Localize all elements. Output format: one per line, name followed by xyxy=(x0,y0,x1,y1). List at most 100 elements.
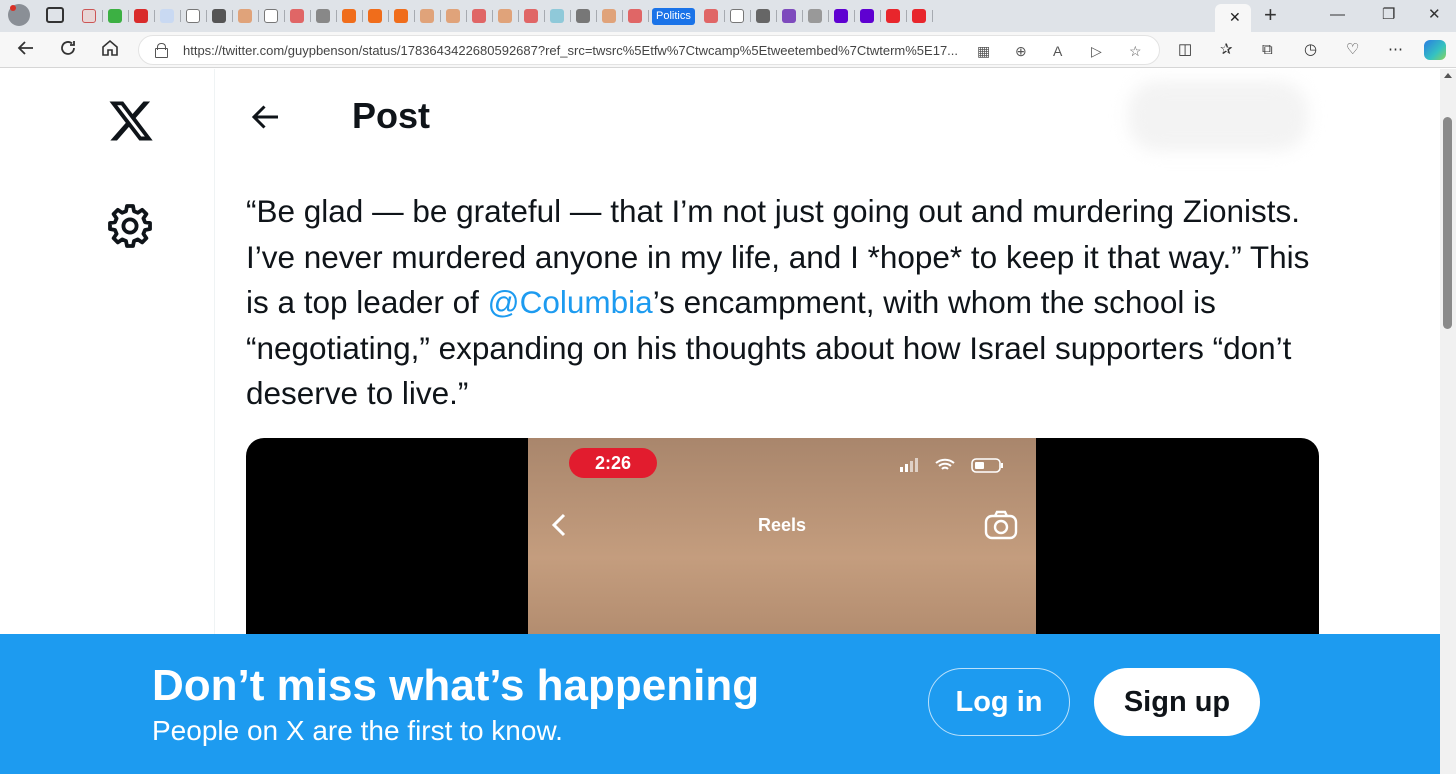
tab-favicon-icon xyxy=(212,9,226,23)
address-bar[interactable]: https://twitter.com/guypbenson/status/17… xyxy=(138,35,1160,65)
tab[interactable] xyxy=(156,5,182,27)
tab[interactable] xyxy=(546,5,572,27)
tab-favicon-icon xyxy=(134,9,148,23)
login-button[interactable]: Log in xyxy=(928,668,1070,736)
tab-favicon-icon xyxy=(420,9,434,23)
tab[interactable] xyxy=(856,5,882,27)
banner-title: Don’t miss what’s happening xyxy=(152,661,760,710)
tab-favicon-icon xyxy=(602,9,616,23)
collections-icon[interactable]: ⧉ xyxy=(1262,40,1273,60)
lock-icon[interactable] xyxy=(155,43,168,58)
tab-favicon-icon xyxy=(808,9,822,23)
tab[interactable] xyxy=(104,5,130,27)
tab[interactable] xyxy=(520,5,546,27)
tab[interactable] xyxy=(182,5,208,27)
tab-favicon-icon xyxy=(316,9,330,23)
tab-favicon-icon xyxy=(912,9,926,23)
browser-tab-strip: Politics ✕ + — ❐ ✕ xyxy=(0,0,1456,32)
immersive-reader-icon[interactable]: ▷ xyxy=(1091,42,1102,60)
tab-favicon-icon xyxy=(446,9,460,23)
tab[interactable] xyxy=(364,5,390,27)
mention-link[interactable]: @Columbia xyxy=(488,284,653,320)
close-window-button[interactable]: ✕ xyxy=(1428,6,1441,24)
tab-favicon-icon xyxy=(628,9,642,23)
split-screen-icon[interactable]: ◫ xyxy=(1178,40,1192,60)
page-title: Post xyxy=(352,95,431,136)
back-button[interactable] xyxy=(14,38,38,62)
tab-favicon-icon xyxy=(238,9,252,23)
tab[interactable] xyxy=(338,5,364,27)
tab-politics[interactable]: Politics xyxy=(650,5,700,27)
tab[interactable] xyxy=(804,5,830,27)
zoom-icon[interactable]: ⊕ xyxy=(1015,42,1027,60)
new-tab-button[interactable]: + xyxy=(1264,3,1277,27)
tab-favicon-icon xyxy=(82,9,96,23)
post-header: Post xyxy=(216,69,1340,164)
tab[interactable] xyxy=(234,5,260,27)
tab-favicon-icon xyxy=(834,9,848,23)
tab[interactable] xyxy=(260,5,286,27)
tab-list: Politics xyxy=(78,5,934,27)
more-options-icon[interactable]: ⋯ xyxy=(1388,40,1403,60)
reels-title: Reels xyxy=(757,515,807,535)
tab[interactable] xyxy=(752,5,778,27)
history-icon[interactable]: ◷ xyxy=(1304,40,1317,60)
copilot-icon[interactable] xyxy=(1424,40,1446,60)
scroll-up-arrow-icon[interactable] xyxy=(1444,73,1452,78)
tab[interactable] xyxy=(468,5,494,27)
blurred-header-area xyxy=(1128,81,1308,151)
tab-favicon-icon xyxy=(368,9,382,23)
tab-favicon-icon xyxy=(782,9,796,23)
settings-gear-icon[interactable] xyxy=(106,202,154,250)
recording-time-badge: 2:26 xyxy=(569,448,657,478)
back-arrow-icon[interactable] xyxy=(248,99,284,135)
home-button[interactable] xyxy=(98,38,122,62)
tab-politics-label: Politics xyxy=(652,8,695,25)
tab[interactable] xyxy=(442,5,468,27)
tab[interactable] xyxy=(208,5,234,27)
page-scrollbar[interactable] xyxy=(1440,69,1456,774)
x-logo-icon[interactable] xyxy=(104,97,158,145)
tab[interactable] xyxy=(416,5,442,27)
reels-back-chevron-icon xyxy=(551,513,566,537)
tab[interactable] xyxy=(830,5,856,27)
signup-button[interactable]: Sign up xyxy=(1094,668,1260,736)
tab[interactable] xyxy=(700,5,726,27)
tab-favicon-icon xyxy=(576,9,590,23)
tab[interactable] xyxy=(312,5,338,27)
active-tab[interactable]: ✕ xyxy=(1215,4,1251,32)
tab[interactable] xyxy=(572,5,598,27)
tab[interactable] xyxy=(390,5,416,27)
url-text[interactable]: https://twitter.com/guypbenson/status/17… xyxy=(183,42,1009,60)
minimize-window-button[interactable]: — xyxy=(1330,6,1345,24)
restore-window-button[interactable]: ❐ xyxy=(1382,6,1395,24)
tab-favicon-icon xyxy=(550,9,564,23)
twitter-page: Post “Be glad — be grateful — that I’m n… xyxy=(0,69,1440,774)
tab[interactable] xyxy=(726,5,752,27)
refresh-button[interactable] xyxy=(56,38,80,62)
close-tab-icon[interactable]: ✕ xyxy=(1229,8,1241,26)
tab[interactable] xyxy=(882,5,908,27)
browser-essentials-icon[interactable]: ♡ xyxy=(1346,40,1359,60)
banner-subtitle: People on X are the first to know. xyxy=(152,715,563,746)
tab[interactable] xyxy=(494,5,520,27)
profile-avatar-icon[interactable] xyxy=(8,4,30,26)
scrollbar-thumb[interactable] xyxy=(1443,117,1452,329)
tab[interactable] xyxy=(78,5,104,27)
favorite-star-icon[interactable]: ☆ xyxy=(1129,42,1142,60)
app-available-icon[interactable]: ▦ xyxy=(977,42,990,60)
tab-favicon-icon xyxy=(472,9,486,23)
back-icon xyxy=(17,41,33,55)
tab[interactable] xyxy=(130,5,156,27)
tab[interactable] xyxy=(598,5,624,27)
tab-favicon-icon xyxy=(704,9,718,23)
tab[interactable] xyxy=(908,5,934,27)
tab[interactable] xyxy=(286,5,312,27)
read-aloud-icon[interactable]: A xyxy=(1053,42,1062,60)
tab-favicon-icon xyxy=(730,9,744,23)
tab[interactable] xyxy=(624,5,650,27)
tab[interactable] xyxy=(778,5,804,27)
tab-favicon-icon xyxy=(524,9,538,23)
tab-actions-icon[interactable] xyxy=(46,7,64,23)
favorites-icon[interactable]: ✰ xyxy=(1220,40,1233,60)
